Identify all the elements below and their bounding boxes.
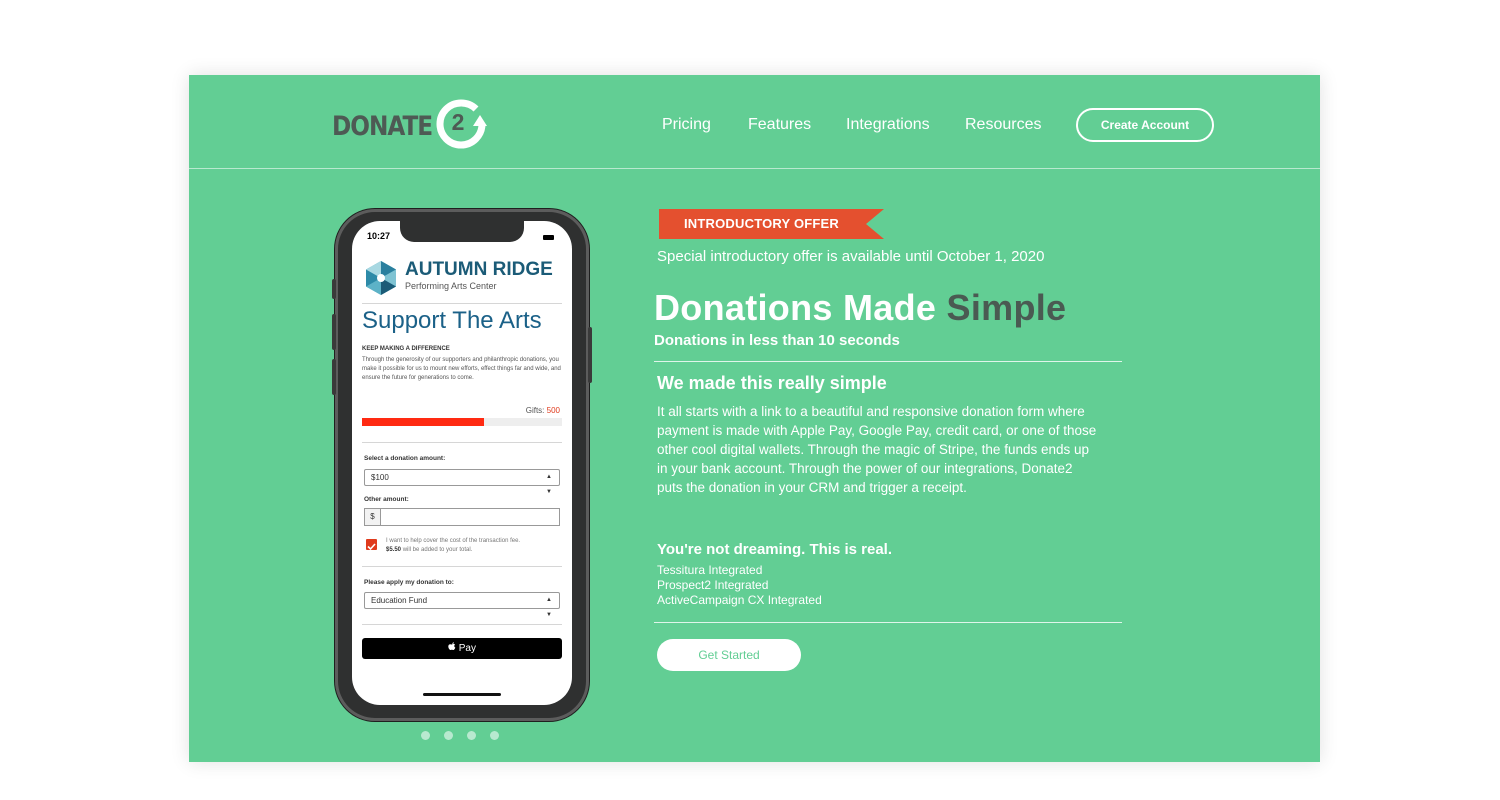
phone-mockup: 10:27 AUTUMN RIDGE Performing Arts Cente… [332,209,592,721]
apple-pay-button[interactable]: Pay [362,638,562,659]
fee-suffix: will be added to your total. [402,547,473,553]
apple-icon [448,642,456,650]
apply-label: Please apply my donation to: [364,579,454,586]
select-caret-icon: ▲ ▼ [546,597,552,618]
nav-resources[interactable]: Resources [965,116,1041,134]
amount-select[interactable]: $100 ▲ ▼ [364,469,560,495]
integration-item: Tessitura Integrated [657,563,763,577]
nav-divider [189,168,1320,169]
hero-section: DONATE 2 Pricing Features Integrations R… [189,75,1320,762]
hero-headline: Donations Made Simple [654,287,1066,329]
autumn-ridge-logo-icon [366,261,396,295]
fee-description: I want to help cover the cost of the tra… [386,538,521,544]
nav-integrations[interactable]: Integrations [846,116,930,134]
phone-side-button [332,279,336,299]
screen-divider [362,442,562,443]
phone-power-button [588,327,592,383]
fund-select[interactable]: Education Fund ▲ ▼ [364,592,560,618]
offer-text: Special introductory offer is available … [657,248,1045,265]
carousel-dot[interactable] [444,731,453,740]
headline-accent: Simple [946,287,1067,328]
gifts-counter: Gifts: 500 [526,406,560,415]
nav-pricing[interactable]: Pricing [662,116,711,134]
section-body: It all starts with a link to a beautiful… [657,404,1097,495]
select-caret-icon: ▲ ▼ [546,474,552,495]
fee-checkbox[interactable] [366,539,377,551]
intro-offer-ribbon: INTRODUCTORY OFFER [659,209,884,239]
fee-text: I want to help cover the cost of the tra… [386,537,561,555]
hero-subhead: Donations in less than 10 seconds [654,332,900,349]
headline-main: Donations Made [654,287,947,328]
carousel-dot[interactable] [421,731,430,740]
get-started-button[interactable]: Get Started [657,639,801,671]
phone-volume-up [332,314,336,350]
fee-amount: $5.50 [386,547,402,553]
gifts-label: Gifts: [525,406,545,415]
other-amount-label: Other amount: [364,496,409,503]
checkmark-icon [367,543,376,551]
logo-number: 2 [451,109,465,135]
donate2-logo[interactable]: DONATE 2 [332,97,502,153]
create-account-button[interactable]: Create Account [1076,108,1214,142]
carousel-dot[interactable] [490,731,499,740]
phone-screen: 10:27 AUTUMN RIDGE Performing Arts Cente… [352,221,572,705]
amount-label: Select a donation amount: [364,455,446,462]
gifts-progress-fill [362,418,484,426]
home-indicator [423,693,501,696]
form-description: Through the generosity of our supporters… [362,357,561,381]
integration-item: ActiveCampaign CX Integrated [657,593,822,607]
other-amount-input[interactable] [380,508,560,526]
fund-value: Education Fund [371,596,428,605]
phone-notch [400,221,524,242]
real-title: You're not dreaming. This is real. [657,541,893,558]
screen-divider [362,624,562,625]
content-divider [654,361,1122,362]
ribbon-label: INTRODUCTORY OFFER [683,216,840,231]
logo-wordmark: DONATE [332,111,433,142]
screen-divider [362,303,562,304]
apple-pay-label: Pay [458,643,476,654]
section-title: We made this really simple [657,373,887,393]
gifts-progress-bar [362,418,562,426]
currency-prefix: $ [364,508,381,526]
phone-volume-down [332,359,336,395]
org-name: AUTUMN RIDGE [405,259,553,280]
content-divider [654,622,1122,623]
nav-features[interactable]: Features [748,116,811,134]
screen-divider [362,566,562,567]
gifts-count: 500 [546,406,560,415]
integration-item: Prospect2 Integrated [657,578,769,592]
carousel-dot[interactable] [467,731,476,740]
form-heading: Support The Arts [362,307,542,334]
amount-value: $100 [371,473,389,482]
form-kicker: KEEP MAKING A DIFFERENCE [362,346,450,352]
battery-icon [543,235,554,240]
status-time: 10:27 [367,231,391,241]
org-subtitle: Performing Arts Center [405,281,497,291]
